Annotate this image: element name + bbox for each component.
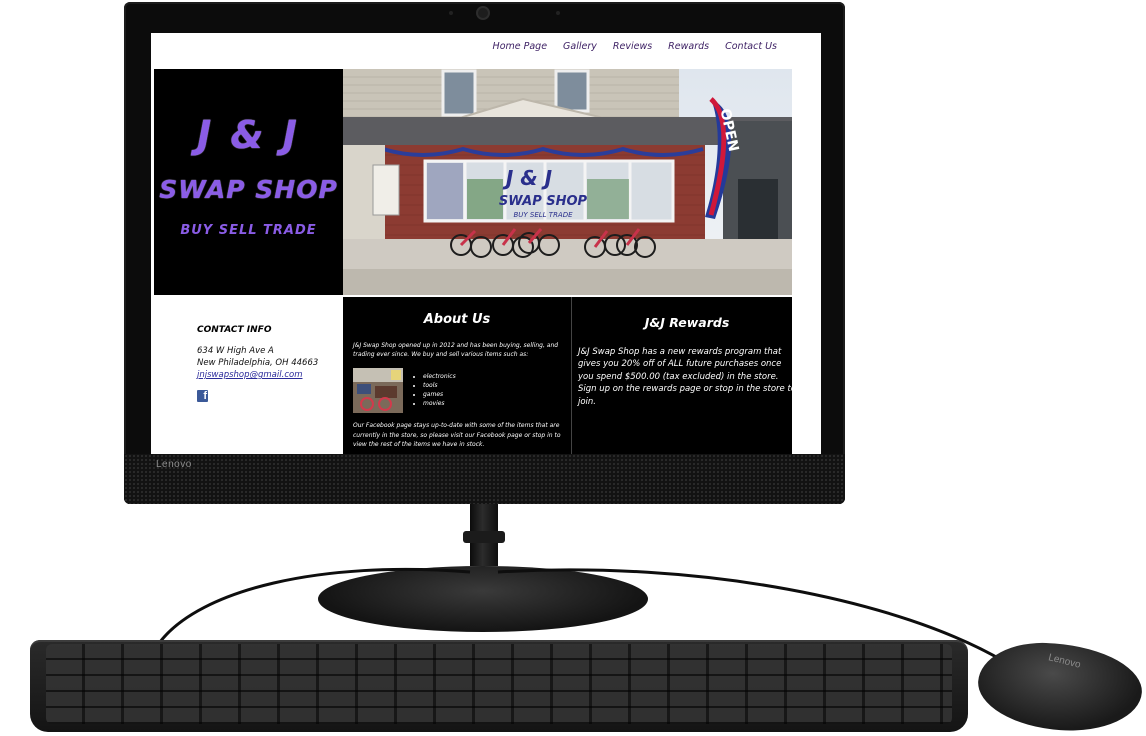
cables [158, 567, 1006, 664]
keyboard-keys[interactable] [46, 644, 952, 724]
